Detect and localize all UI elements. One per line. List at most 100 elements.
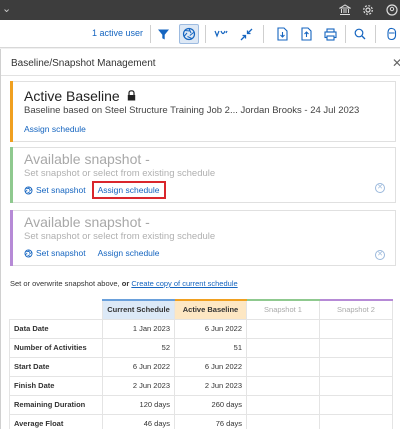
export-button[interactable] [272, 24, 292, 44]
progress-icon [214, 30, 228, 38]
table-cell [246, 337, 320, 358]
toolbar-divider [263, 25, 264, 43]
row-label: Finish Date [9, 375, 103, 396]
table-cell: 6 Jun 2022 [174, 356, 247, 377]
table-header-row: Current Schedule Active Baseline Snapsho… [10, 299, 393, 320]
bank-icon[interactable] [339, 4, 351, 16]
table-row: Remaining Duration 120 days 260 days [9, 394, 393, 415]
clear-snapshot-icon[interactable]: ✕ [375, 250, 385, 260]
aperture-icon [24, 186, 33, 194]
table-cell [246, 375, 320, 396]
active-baseline-card: Active Baseline Baseline based on Steel … [10, 81, 396, 142]
table-cell: 46 days [102, 413, 175, 429]
clear-snapshot-icon[interactable]: ✕ [375, 183, 385, 193]
active-user-link[interactable]: 1 active user [92, 28, 143, 38]
lock-icon [127, 90, 135, 101]
export-icon [277, 27, 288, 41]
collapse-button[interactable] [236, 24, 256, 44]
search-button[interactable] [350, 24, 370, 44]
header-snapshot-1: Snapshot 1 [246, 299, 320, 320]
snapshot-1-title: Available snapshot - [24, 151, 150, 167]
card-accent-bar [10, 81, 13, 142]
panel-title: Baseline/Snapshot Management [11, 58, 156, 69]
import-button[interactable] [296, 24, 316, 44]
create-copy-link[interactable]: Create copy of current schedule [131, 279, 237, 288]
toolbar-divider [205, 25, 206, 43]
table-cell: 260 days [174, 394, 247, 415]
panel-divider [1, 75, 400, 76]
print-icon [323, 27, 337, 41]
card-accent-bar [10, 210, 13, 266]
snapshot-1-card: Available snapshot - Set snapshot or sel… [10, 147, 396, 203]
table-cell: 120 days [102, 394, 175, 415]
table-cell: 51 [174, 337, 247, 358]
assign-schedule-link[interactable]: Assign schedule [98, 248, 160, 258]
baseline-snapshot-panel: Baseline/Snapshot Management ✕ Active Ba… [0, 49, 400, 429]
note-prefix: Set or overwrite snapshot above, [10, 279, 120, 288]
progress-button[interactable] [211, 24, 231, 44]
toolbar: 1 active user [0, 20, 400, 48]
table-cell [319, 337, 393, 358]
table-row: Average Float 46 days 76 days [9, 413, 393, 429]
user-circle-icon[interactable] [386, 4, 398, 16]
row-label: Number of Activities [9, 337, 103, 358]
help-icon [386, 27, 396, 41]
snapshot-2-subtitle: Set snapshot or select from existing sch… [24, 231, 216, 242]
row-label: Start Date [9, 356, 103, 377]
set-snapshot-label: Set snapshot [36, 248, 86, 258]
help-button[interactable] [381, 24, 400, 44]
print-button[interactable] [320, 24, 340, 44]
assign-schedule-link[interactable]: Assign schedule [24, 124, 86, 134]
gear-icon[interactable] [362, 4, 374, 16]
row-label: Data Date [9, 318, 103, 339]
active-baseline-title-text: Active Baseline [24, 88, 120, 104]
table-cell: 1 Jan 2023 [102, 318, 175, 339]
snapshot-1-actions: Set snapshot Assign schedule [24, 181, 166, 199]
aperture-icon [182, 27, 196, 41]
collapse-icon [240, 28, 252, 40]
set-snapshot-link[interactable]: Set snapshot [24, 248, 86, 258]
chevron-down-icon[interactable]: ⌄ [2, 2, 11, 15]
table-cell: 2 Jun 2023 [174, 375, 247, 396]
active-baseline-actions: Assign schedule [24, 124, 86, 134]
active-baseline-description: Baseline based on Steel Structure Traini… [24, 105, 360, 116]
header-current-schedule: Current Schedule [102, 299, 175, 320]
snapshot-2-title: Available snapshot - [24, 214, 150, 230]
app-top-bar: ⌄ [0, 0, 400, 20]
table-cell [319, 375, 393, 396]
set-snapshot-label: Set snapshot [36, 185, 86, 195]
table-cell [246, 394, 320, 415]
table-row: Start Date 6 Jun 2022 6 Jun 2022 [9, 356, 393, 377]
filter-button[interactable] [153, 24, 173, 44]
baseline-snapshot-button[interactable] [179, 24, 199, 44]
toolbar-divider [375, 25, 376, 43]
table-cell: 6 Jun 2022 [102, 356, 175, 377]
aperture-icon [24, 249, 33, 257]
row-label: Average Float [9, 413, 103, 429]
snapshot-2-actions: Set snapshot Assign schedule [24, 248, 160, 258]
snapshot-note: Set or overwrite snapshot above, or Crea… [10, 279, 238, 288]
set-snapshot-link[interactable]: Set snapshot [24, 185, 86, 195]
table-cell: 2 Jun 2023 [102, 375, 175, 396]
snapshot-1-subtitle: Set snapshot or select from existing sch… [24, 168, 216, 179]
search-icon [354, 28, 366, 40]
note-or: or [121, 279, 130, 288]
table-cell [246, 413, 320, 429]
table-cell: 52 [102, 337, 175, 358]
table-cell: 6 Jun 2022 [174, 318, 247, 339]
table-row: Number of Activities 52 51 [9, 337, 393, 358]
active-baseline-title: Active Baseline [24, 88, 136, 104]
toolbar-divider [345, 25, 346, 43]
table-header-corner [10, 300, 103, 319]
import-icon [301, 27, 312, 41]
header-snapshot-2: Snapshot 2 [319, 299, 393, 320]
table-cell [319, 413, 393, 429]
header-active-baseline: Active Baseline [174, 299, 247, 320]
table-row: Finish Date 2 Jun 2023 2 Jun 2023 [9, 375, 393, 396]
table-cell [246, 356, 320, 377]
comparison-table: Current Schedule Active Baseline Snapsho… [9, 299, 393, 429]
table-cell [246, 318, 320, 339]
assign-schedule-link[interactable]: Assign schedule [91, 181, 166, 199]
table-cell [319, 394, 393, 415]
close-icon[interactable]: ✕ [392, 56, 400, 70]
